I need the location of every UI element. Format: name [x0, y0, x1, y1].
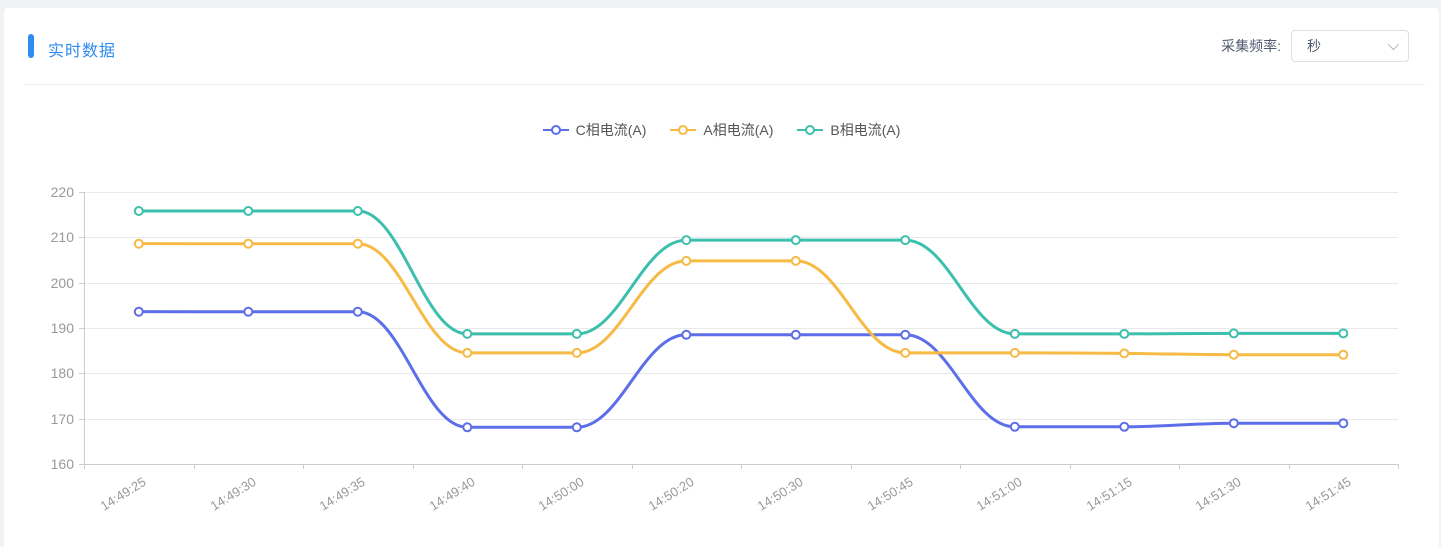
data-point-marker[interactable] — [792, 236, 800, 244]
data-point-marker[interactable] — [463, 423, 471, 431]
x-axis-label: 14:51:45 — [1145, 474, 1345, 489]
x-axis-label: 14:51:15 — [926, 474, 1126, 489]
y-axis-label: 210 — [24, 229, 74, 245]
chevron-down-icon — [1388, 39, 1399, 50]
y-axis-label: 170 — [24, 411, 74, 427]
data-point-marker[interactable] — [354, 240, 362, 248]
data-point-marker[interactable] — [463, 349, 471, 357]
x-axis-label: 14:49:40 — [269, 474, 469, 489]
legend-line-icon — [543, 124, 569, 136]
data-point-marker[interactable] — [1120, 423, 1128, 431]
frequency-select[interactable]: 秒 — [1291, 30, 1409, 62]
data-point-marker[interactable] — [901, 349, 909, 357]
x-axis-label: 14:50:45 — [707, 474, 907, 489]
data-point-marker[interactable] — [1011, 349, 1019, 357]
page-title: 实时数据 — [48, 37, 116, 61]
data-point-marker[interactable] — [682, 331, 690, 339]
line-chart: 16017018019020021022014:49:2514:49:3014:… — [4, 8, 1439, 547]
legend-label: B相电流(A) — [830, 120, 900, 140]
y-axis-label: 180 — [24, 365, 74, 381]
data-point-marker[interactable] — [244, 240, 252, 248]
legend-label: C相电流(A) — [576, 120, 647, 140]
data-point-marker[interactable] — [573, 423, 581, 431]
data-point-marker[interactable] — [135, 308, 143, 316]
title-accent-bar — [28, 34, 34, 58]
x-axis-label: 14:49:25 — [0, 474, 141, 489]
series-line — [139, 312, 1344, 428]
series-line — [139, 211, 1344, 334]
y-axis-label: 190 — [24, 320, 74, 336]
realtime-data-card: 实时数据 采集频率: 秒 C相电流(A) A相电流(A) B相电流(A) 160 17… — [4, 8, 1439, 547]
chart-legend: C相电流(A) A相电流(A) B相电流(A) — [4, 120, 1439, 140]
frequency-control: 采集频率: 秒 — [1221, 30, 1409, 62]
data-point-marker[interactable] — [573, 330, 581, 338]
data-point-marker[interactable] — [135, 240, 143, 248]
data-point-marker[interactable] — [1120, 330, 1128, 338]
x-axis-label: 14:50:00 — [379, 474, 579, 489]
header-divider — [24, 84, 1425, 85]
legend-item[interactable]: A相电流(A) — [670, 120, 773, 140]
legend-item[interactable]: C相电流(A) — [543, 120, 647, 140]
y-axis-label: 220 — [24, 184, 74, 200]
x-axis-label: 14:51:30 — [1036, 474, 1236, 489]
frequency-label: 采集频率: — [1221, 36, 1281, 56]
y-axis-label: 160 — [24, 456, 74, 472]
y-axis-label: 200 — [24, 275, 74, 291]
data-point-marker[interactable] — [135, 207, 143, 215]
series-line — [139, 244, 1344, 355]
x-axis-label: 14:50:30 — [598, 474, 798, 489]
data-point-marker[interactable] — [354, 207, 362, 215]
data-point-marker[interactable] — [682, 236, 690, 244]
data-point-marker[interactable] — [244, 308, 252, 316]
legend-item[interactable]: B相电流(A) — [797, 120, 900, 140]
legend-label: A相电流(A) — [703, 120, 773, 140]
legend-line-icon — [670, 124, 696, 136]
data-point-marker[interactable] — [573, 349, 581, 357]
data-point-marker[interactable] — [1339, 419, 1347, 427]
frequency-selected-value: 秒 — [1307, 36, 1388, 56]
data-point-marker[interactable] — [463, 330, 471, 338]
x-axis-label: 14:49:30 — [50, 474, 250, 489]
data-point-marker[interactable] — [1230, 329, 1238, 337]
data-point-marker[interactable] — [1230, 419, 1238, 427]
data-point-marker[interactable] — [792, 257, 800, 265]
x-axis-label: 14:49:35 — [160, 474, 360, 489]
data-point-marker[interactable] — [1011, 330, 1019, 338]
x-axis-label: 14:51:00 — [817, 474, 1017, 489]
data-point-marker[interactable] — [244, 207, 252, 215]
legend-line-icon — [797, 124, 823, 136]
data-point-marker[interactable] — [792, 331, 800, 339]
card-header: 实时数据 采集频率: 秒 — [4, 8, 1439, 84]
chart-canvas — [4, 8, 1439, 547]
x-axis-label: 14:50:20 — [488, 474, 688, 489]
data-point-marker[interactable] — [901, 236, 909, 244]
data-point-marker[interactable] — [1120, 349, 1128, 357]
data-point-marker[interactable] — [901, 331, 909, 339]
data-point-marker[interactable] — [682, 257, 690, 265]
data-point-marker[interactable] — [1230, 351, 1238, 359]
data-point-marker[interactable] — [1339, 351, 1347, 359]
data-point-marker[interactable] — [354, 308, 362, 316]
data-point-marker[interactable] — [1339, 329, 1347, 337]
data-point-marker[interactable] — [1011, 423, 1019, 431]
